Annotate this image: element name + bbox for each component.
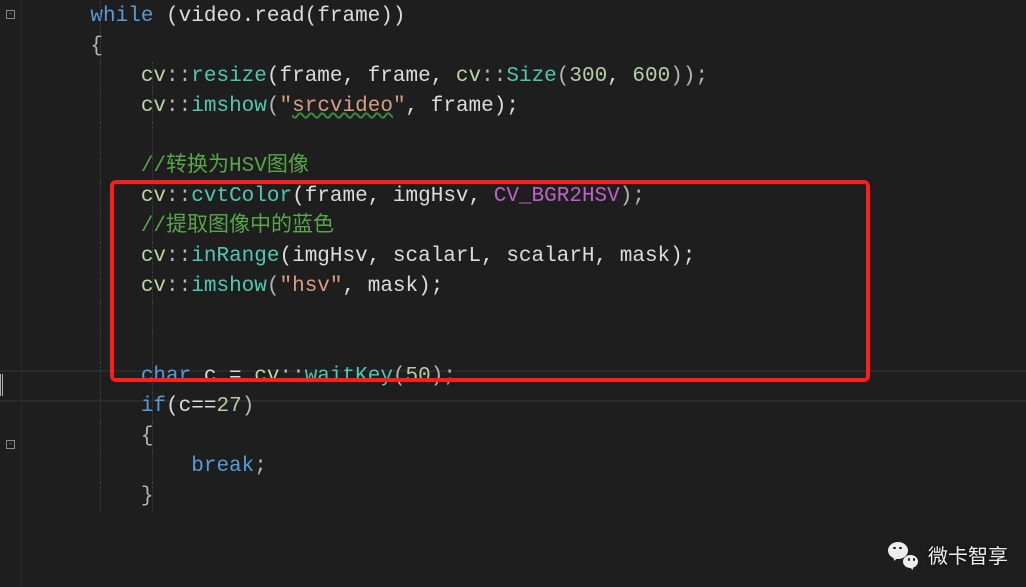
code-text: (frame, frame, (267, 65, 456, 88)
semicolon: ; (254, 455, 267, 478)
scope-op: :: (279, 365, 304, 388)
code-line-blank[interactable] (40, 332, 1026, 362)
code-line[interactable]: cv::imshow("hsv", mask); (40, 272, 1026, 302)
watermark: 微卡智享 (888, 540, 1008, 569)
watermark-text: 微卡智享 (928, 540, 1008, 569)
fn-resize: resize (191, 65, 267, 88)
scope-op: :: (166, 95, 191, 118)
namespace-cv: cv (141, 65, 166, 88)
keyword-char: char (141, 365, 191, 388)
comment-extract-blue: //提取图像中的蓝色 (141, 215, 334, 238)
scope-op: :: (166, 185, 191, 208)
code-text: (imgHsv, scalarL, scalarH, mask); (279, 245, 695, 268)
fn-imshow: imshow (191, 275, 267, 298)
fn-inrange: inRange (191, 245, 279, 268)
string-hsv: "hsv" (280, 275, 343, 298)
keyword-if: if (141, 395, 166, 418)
type-size: Size (506, 65, 556, 88)
code-line[interactable]: //转换为HSV图像 (40, 152, 1026, 182)
code-editor[interactable]: while (video.read(frame)) { cv::resize(f… (22, 0, 1026, 587)
keyword-break: break (191, 455, 254, 478)
paren: ); (431, 365, 456, 388)
namespace-cv: cv (141, 275, 166, 298)
code-line[interactable]: if(c==27) (40, 392, 1026, 422)
scope-op: :: (166, 65, 191, 88)
code-text: , mask); (343, 275, 444, 298)
scope-op: :: (166, 275, 191, 298)
code-text: c = (191, 365, 254, 388)
code-text: (c== (166, 395, 216, 418)
paren: ); (620, 185, 645, 208)
paren: ) (242, 395, 255, 418)
paren: ( (267, 275, 280, 298)
code-line[interactable]: cv::cvtColor(frame, imgHsv, CV_BGR2HSV); (40, 182, 1026, 212)
code-line[interactable]: char c = cv::waitKey(50); (40, 362, 1026, 392)
editor-gutter: - - (0, 0, 22, 587)
code-text: (frame, imgHsv, (292, 185, 494, 208)
string-srcvideo: srcvideo (292, 95, 393, 118)
code-line-blank[interactable] (40, 302, 1026, 332)
fn-waitkey: waitKey (305, 365, 393, 388)
string-quote: " (393, 95, 406, 118)
code-line[interactable]: //提取图像中的蓝色 (40, 212, 1026, 242)
namespace-cv: cv (141, 245, 166, 268)
macro-bgr2hsv: CV_BGR2HSV (494, 185, 620, 208)
comment-hsv-convert: //转换为HSV图像 (141, 155, 309, 178)
code-text: (video.read(frame)) (153, 5, 405, 28)
code-line[interactable]: { (40, 422, 1026, 452)
code-text: , frame); (406, 95, 519, 118)
number-literal: 27 (216, 395, 241, 418)
code-line-blank[interactable] (40, 122, 1026, 152)
fold-marker[interactable]: - (6, 440, 15, 449)
wechat-icon (888, 542, 918, 568)
namespace-cv: cv (141, 95, 166, 118)
code-line[interactable]: break; (40, 452, 1026, 482)
number-literal: 300 (569, 65, 607, 88)
paren: ( (557, 65, 570, 88)
code-line[interactable]: cv::imshow("srcvideo", frame); (40, 92, 1026, 122)
namespace-cv: cv (254, 365, 279, 388)
namespace-cv: cv (456, 65, 481, 88)
number-literal: 600 (632, 65, 670, 88)
brace-open: { (90, 35, 103, 58)
code-line[interactable]: cv::resize(frame, frame, cv::Size(300, 6… (40, 62, 1026, 92)
string-quote: " (280, 95, 293, 118)
fn-imshow: imshow (191, 95, 267, 118)
paren: ( (393, 365, 406, 388)
paren: ( (267, 95, 280, 118)
code-line[interactable]: } (40, 482, 1026, 512)
caret-indicator (0, 374, 3, 396)
code-line[interactable]: while (video.read(frame)) (40, 2, 1026, 32)
namespace-cv: cv (141, 185, 166, 208)
scope-op: :: (166, 245, 191, 268)
comma: , (607, 65, 632, 88)
fn-cvtcolor: cvtColor (191, 185, 292, 208)
fold-marker[interactable]: - (6, 10, 15, 19)
paren: )); (670, 65, 708, 88)
scope-op: :: (481, 65, 506, 88)
number-literal: 50 (406, 365, 431, 388)
code-line[interactable]: { (40, 32, 1026, 62)
code-line[interactable]: cv::inRange(imgHsv, scalarL, scalarH, ma… (40, 242, 1026, 272)
